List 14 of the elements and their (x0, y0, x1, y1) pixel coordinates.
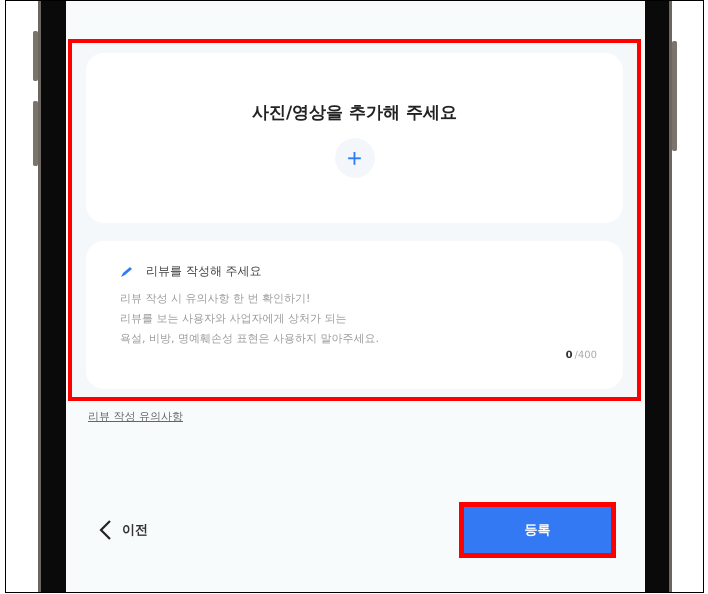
back-button[interactable]: 이전 (98, 519, 148, 541)
submit-button[interactable]: 등록 (464, 507, 611, 553)
guide-link[interactable]: 리뷰 작성 유의사항 (88, 409, 183, 424)
character-count: 0 (566, 350, 573, 361)
media-title: 사진/영상을 추가해 주세요 (252, 102, 458, 124)
placeholder-text: 리뷰 작성 시 유의사항 한 번 확인하기! (120, 292, 312, 306)
review-field[interactable]: 리뷰를 작성해 주세요 리뷰 작성 시 유의사항 한 번 확인하기! 리뷰를 보는 사용자와 사업자에게 상처가 되는 욕설, 비방, 명예훼손성 표현은 사용하지 말아주세요. 0 /400 (86, 241, 623, 389)
review-heading: 리뷰를 작성해 주세요 (146, 263, 262, 280)
add-button[interactable]: + (334, 138, 374, 178)
chevron-left-icon (98, 519, 112, 541)
pencil-icon (120, 266, 134, 278)
character-limit: /400 (574, 350, 597, 361)
placeholder-text: 욕설, 비방, 명예훼손성 표현은 사용하지 말아주세요. (120, 332, 380, 346)
placeholder-text: 리뷰를 보는 사용자와 사업자에게 상처가 되는 (120, 312, 348, 326)
